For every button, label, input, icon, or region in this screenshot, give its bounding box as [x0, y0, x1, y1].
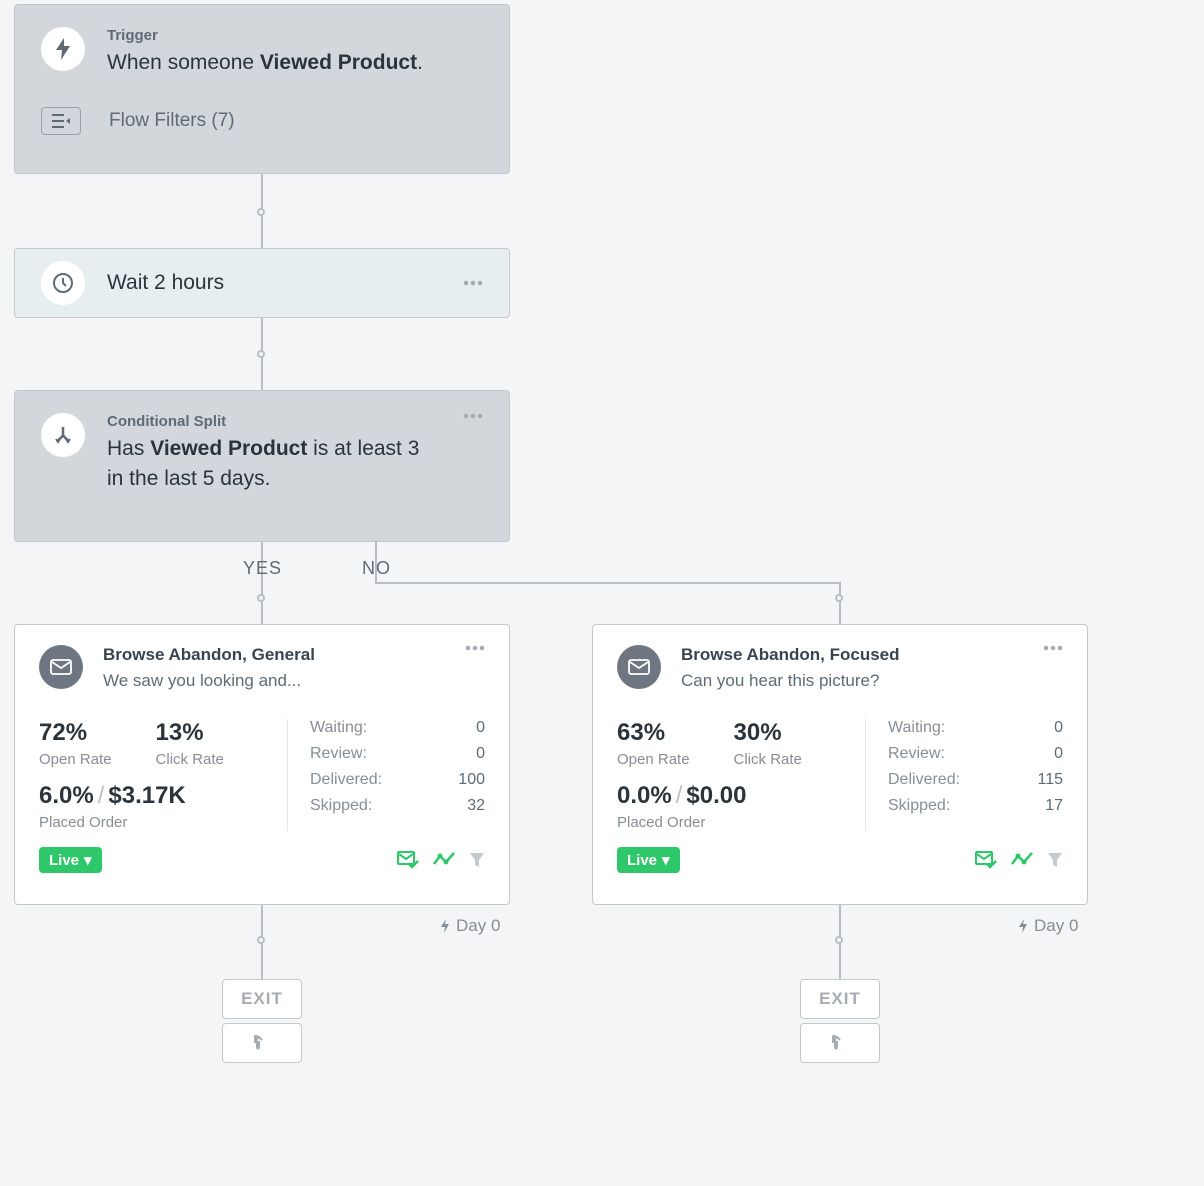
skipped-value: 17 — [1045, 797, 1063, 815]
click-rate-label: Click Rate — [734, 751, 802, 768]
connector-dot — [257, 208, 265, 216]
placed-order-value: 0.0%/$0.00 — [617, 782, 865, 810]
review-label: Review: — [888, 745, 945, 763]
more-icon[interactable] — [463, 413, 483, 519]
more-icon[interactable] — [463, 280, 483, 286]
email-check-icon[interactable] — [975, 851, 997, 869]
analytics-icon[interactable] — [433, 852, 455, 868]
connector-dot — [257, 350, 265, 358]
waiting-value: 0 — [476, 719, 485, 737]
split-icon — [41, 413, 85, 457]
placed-order-label: Placed Order — [39, 814, 287, 831]
click-rate-label: Click Rate — [156, 751, 224, 768]
email-node-focused[interactable]: Browse Abandon, Focused Can you hear thi… — [592, 624, 1088, 905]
exit-button[interactable]: EXIT — [800, 979, 880, 1019]
click-rate-value: 13% — [156, 719, 224, 747]
trigger-label: Trigger — [107, 27, 423, 44]
lightning-icon — [1018, 919, 1028, 933]
connector-dot — [835, 936, 843, 944]
return-button[interactable] — [222, 1023, 302, 1063]
skipped-label: Skipped: — [310, 797, 372, 815]
connector — [261, 542, 263, 624]
delivered-label: Delivered: — [310, 771, 382, 789]
more-icon[interactable] — [1043, 645, 1063, 691]
email-node-general[interactable]: Browse Abandon, General We saw you looki… — [14, 624, 510, 905]
email-icon — [39, 645, 83, 689]
delivered-value: 115 — [1037, 771, 1063, 789]
filter-icon — [41, 107, 81, 135]
split-label: Conditional Split — [107, 413, 441, 430]
connector-dot — [257, 594, 265, 602]
open-rate-value: 63% — [617, 719, 690, 747]
skipped-value: 32 — [467, 797, 485, 815]
waiting-value: 0 — [1054, 719, 1063, 737]
placed-order-label: Placed Order — [617, 814, 865, 831]
funnel-icon[interactable] — [1047, 852, 1063, 868]
status-badge[interactable]: Live▾ — [39, 847, 102, 873]
placed-order-value: 6.0%/$3.17K — [39, 782, 287, 810]
email-title: Browse Abandon, Focused — [681, 645, 1023, 665]
delivered-value: 100 — [458, 771, 485, 789]
chevron-down-icon: ▾ — [662, 851, 670, 869]
day-label: Day 0 — [1018, 916, 1078, 936]
email-check-icon[interactable] — [397, 851, 419, 869]
email-icon — [617, 645, 661, 689]
day-label: Day 0 — [440, 916, 500, 936]
email-title: Browse Abandon, General — [103, 645, 445, 665]
status-badge[interactable]: Live▾ — [617, 847, 680, 873]
email-subject: Can you hear this picture? — [681, 671, 1023, 691]
conditional-split-node[interactable]: Conditional Split Has Viewed Product is … — [14, 390, 510, 542]
email-subject: We saw you looking and... — [103, 671, 445, 691]
return-icon — [251, 1035, 273, 1051]
review-label: Review: — [310, 745, 367, 763]
exit-button[interactable]: EXIT — [222, 979, 302, 1019]
connector — [375, 582, 841, 584]
lightning-icon — [440, 919, 450, 933]
funnel-icon[interactable] — [469, 852, 485, 868]
branch-yes-label: YES — [243, 558, 282, 579]
wait-text: Wait 2 hours — [107, 271, 441, 295]
clock-icon — [41, 261, 85, 305]
review-value: 0 — [1054, 745, 1063, 763]
connector-dot — [835, 594, 843, 602]
analytics-icon[interactable] — [1011, 852, 1033, 868]
connector — [839, 582, 841, 624]
trigger-node[interactable]: Trigger When someone Viewed Product. Flo… — [14, 4, 510, 174]
open-rate-value: 72% — [39, 719, 112, 747]
delivered-label: Delivered: — [888, 771, 960, 789]
lightning-icon — [41, 27, 85, 71]
chevron-down-icon: ▾ — [84, 851, 92, 869]
flow-filters-label[interactable]: Flow Filters (7) — [109, 110, 235, 132]
more-icon[interactable] — [465, 645, 485, 691]
return-button[interactable] — [800, 1023, 880, 1063]
open-rate-label: Open Rate — [617, 751, 690, 768]
open-rate-label: Open Rate — [39, 751, 112, 768]
split-text: Has Viewed Product is at least 3 in the … — [107, 434, 441, 495]
click-rate-value: 30% — [734, 719, 802, 747]
waiting-label: Waiting: — [310, 719, 367, 737]
return-icon — [829, 1035, 851, 1051]
skipped-label: Skipped: — [888, 797, 950, 815]
review-value: 0 — [476, 745, 485, 763]
wait-node[interactable]: Wait 2 hours — [14, 248, 510, 318]
trigger-text: When someone Viewed Product. — [107, 48, 423, 77]
branch-no-label: NO — [362, 558, 391, 579]
connector-dot — [257, 936, 265, 944]
waiting-label: Waiting: — [888, 719, 945, 737]
